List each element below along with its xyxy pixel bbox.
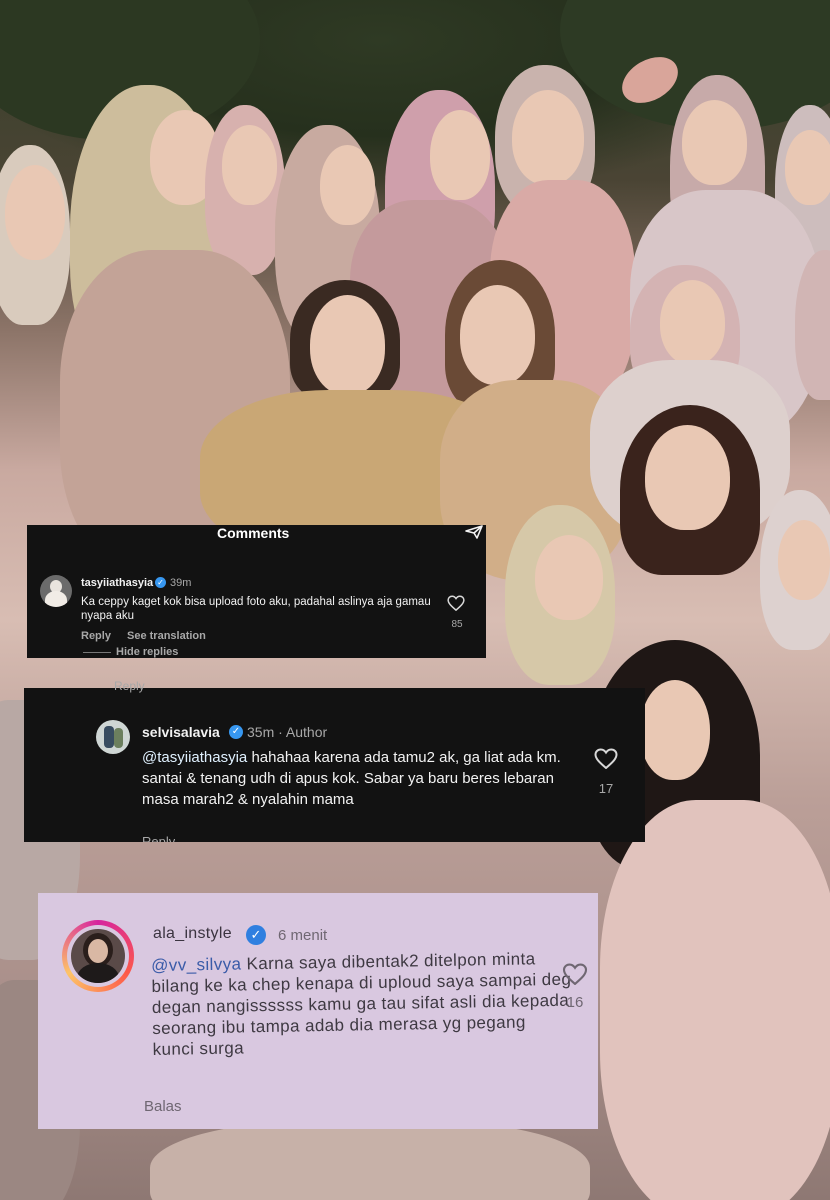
reply-button[interactable]: Reply <box>81 630 111 642</box>
heart-icon[interactable] <box>447 595 465 611</box>
comment-username[interactable]: tasyiiathasyia <box>81 577 153 589</box>
like-count: 85 <box>451 619 463 630</box>
divider <box>83 652 111 653</box>
see-translation-button[interactable]: See translation <box>127 630 206 642</box>
like-count: 17 <box>598 781 614 796</box>
comment-username[interactable]: ala_instyle <box>153 925 232 943</box>
avatar[interactable] <box>71 929 125 983</box>
heart-icon[interactable] <box>594 748 618 769</box>
heart-icon[interactable] <box>562 963 588 985</box>
reply-time-author: 35m · Author <box>247 724 328 740</box>
avatar[interactable] <box>40 575 72 607</box>
like-count: 16 <box>566 994 584 1011</box>
comment-time: 6 menit <box>278 927 328 944</box>
photographed-comment-panel: ala_instyle ✓ 6 menit @vv_silvya Karna s… <box>38 893 598 1129</box>
verified-badge-icon: ✓ <box>229 725 243 739</box>
comment-text: @vv_silvya Karna saya dibentak2 ditelpon… <box>151 948 573 1060</box>
mention-link[interactable]: @vv_silvya <box>151 954 242 975</box>
comment-text: Ka ceppy kaget kok bisa upload foto aku,… <box>81 596 431 622</box>
comment-time: 39m <box>170 577 192 589</box>
reply-button-cropped[interactable]: Reply <box>114 679 145 693</box>
reply-button[interactable]: Balas <box>144 1098 182 1115</box>
avatar[interactable] <box>96 720 130 754</box>
comments-panel: Comments tasyiiathasyia ✓ 39m Ka ceppy k… <box>27 525 486 658</box>
hide-replies-button[interactable]: Hide replies <box>116 646 178 658</box>
share-icon[interactable] <box>465 525 483 539</box>
mention-link[interactable]: @tasyiiathasyia <box>142 749 247 766</box>
verified-badge-icon: ✓ <box>155 577 166 588</box>
comments-title: Comments <box>217 525 290 541</box>
reply-text: @tasyiiathasyia hahahaa karena ada tamu2… <box>142 747 582 810</box>
author-reply-panel: Reply selvisalavia ✓ 35m · Author @tasyi… <box>24 679 645 842</box>
verified-badge-icon: ✓ <box>246 925 266 945</box>
reply-username[interactable]: selvisalavia <box>142 724 220 740</box>
reply-button-cropped[interactable]: Reply <box>142 834 175 842</box>
